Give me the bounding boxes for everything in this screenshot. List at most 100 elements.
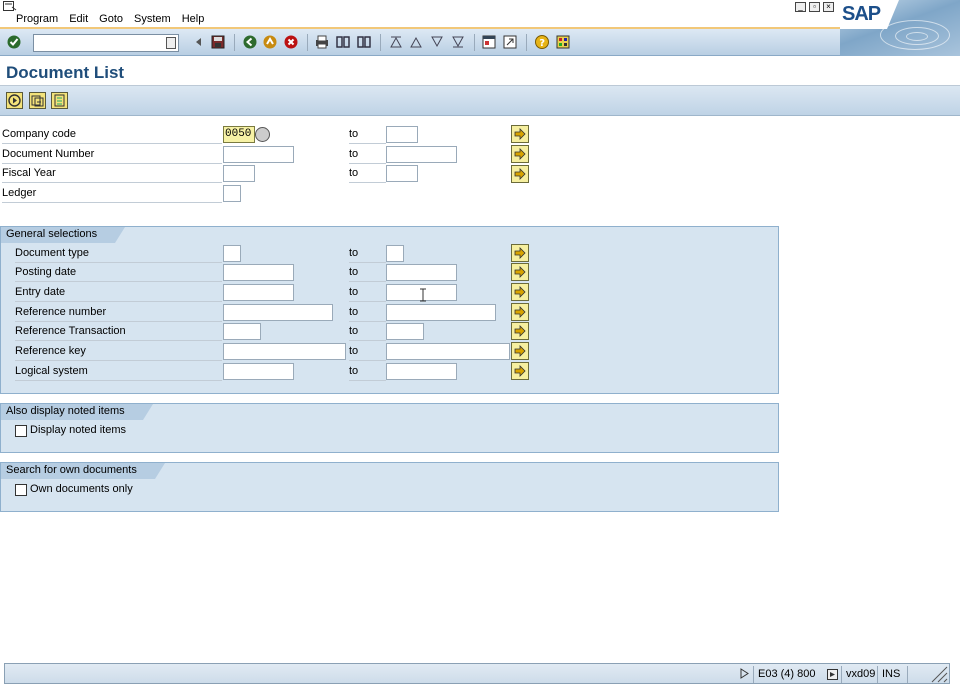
menu-help[interactable]: Help (182, 13, 205, 25)
input-mode[interactable]: INS (877, 666, 907, 683)
document-number-to-input[interactable] (386, 146, 457, 163)
system-info-dropdown-icon[interactable] (827, 669, 838, 680)
logical-system-multiple-selection-button[interactable] (511, 362, 529, 380)
reference-transaction-to-input[interactable] (386, 323, 424, 340)
reference-transaction-multiple-selection-button[interactable] (511, 322, 529, 340)
own-documents-only-label: Own documents only (30, 483, 133, 495)
reference-key-from-input[interactable] (223, 343, 346, 360)
reference-number-to-label: to (349, 305, 386, 322)
standard-toolbar: ? (0, 29, 840, 56)
document-number-multiple-selection-button[interactable] (511, 145, 529, 163)
sap-logo: SAP (840, 0, 960, 56)
execute-button[interactable] (6, 92, 23, 109)
ledger-label: Ledger (2, 186, 222, 203)
reference-transaction-from-input[interactable] (223, 323, 261, 340)
menu-edit[interactable]: Edit (69, 13, 88, 25)
reference-transaction-label: Reference Transaction (15, 324, 222, 341)
posting-date-to-input[interactable] (386, 264, 457, 281)
arrow-right-icon (514, 148, 526, 160)
display-noted-items-label: Display noted items (30, 424, 126, 436)
find-icon[interactable] (336, 35, 350, 49)
new-session-icon[interactable] (482, 35, 496, 49)
document-type-to-label: to (349, 246, 386, 263)
arrow-right-icon (514, 266, 526, 278)
own-documents-title: Search for own documents (1, 463, 165, 479)
selection-options-button[interactable] (51, 92, 68, 109)
exit-icon[interactable] (263, 35, 277, 49)
shortcut-icon[interactable] (503, 35, 517, 49)
company-code-from-input[interactable]: 0050 (223, 126, 255, 143)
help-icon[interactable]: ? (535, 35, 549, 49)
back-small-icon[interactable] (192, 35, 206, 49)
posting-date-to-label: to (349, 265, 386, 282)
reference-number-multiple-selection-button[interactable] (511, 303, 529, 321)
logical-system-to-input[interactable] (386, 363, 457, 380)
reference-number-to-input[interactable] (386, 304, 496, 321)
status-bar: E03 (4) 800 vxd09 INS (0, 661, 960, 689)
entry-date-label: Entry date (15, 285, 222, 302)
reference-number-from-input[interactable] (223, 304, 333, 321)
document-type-to-input[interactable] (386, 245, 404, 262)
arrow-right-icon (514, 365, 526, 377)
arrow-right-icon (514, 306, 526, 318)
reference-key-multiple-selection-button[interactable] (511, 342, 529, 360)
document-number-from-input[interactable] (223, 146, 294, 163)
command-field[interactable] (33, 34, 179, 52)
company-code-multiple-selection-button[interactable] (511, 125, 529, 143)
previous-page-icon[interactable] (409, 35, 423, 49)
status-expand-icon[interactable] (740, 668, 749, 679)
reference-key-to-input[interactable] (386, 343, 510, 360)
customize-layout-icon[interactable] (556, 35, 570, 49)
execute-icon (8, 94, 21, 107)
logical-system-to-label: to (349, 364, 386, 381)
status-bar-frame: E03 (4) 800 vxd09 INS (4, 663, 950, 684)
menu-goto[interactable]: Goto (99, 13, 123, 25)
reference-number-label: Reference number (15, 305, 222, 322)
company-code-matchcode-icon[interactable] (255, 127, 270, 142)
arrow-right-icon (514, 247, 526, 259)
posting-date-multiple-selection-button[interactable] (511, 263, 529, 281)
svg-text:?: ? (539, 38, 545, 49)
application-toolbar (0, 86, 960, 116)
display-noted-items-checkbox[interactable] (15, 425, 27, 437)
company-code-to-input[interactable] (386, 126, 418, 143)
posting-date-label: Posting date (15, 265, 222, 282)
first-page-icon[interactable] (389, 35, 403, 49)
enter-icon[interactable] (7, 35, 21, 49)
minimize-button[interactable]: _ (795, 2, 806, 12)
resize-grip-icon[interactable] (930, 666, 948, 683)
last-page-icon[interactable] (451, 35, 465, 49)
selection-options-icon (54, 94, 65, 107)
app-menu-icon[interactable] (3, 1, 17, 12)
document-number-to-label: to (349, 147, 386, 164)
ledger-input[interactable] (223, 185, 241, 202)
entry-date-multiple-selection-button[interactable] (511, 283, 529, 301)
print-icon[interactable] (315, 35, 329, 49)
save-icon[interactable] (211, 35, 225, 49)
document-type-from-input[interactable] (223, 245, 241, 262)
fiscal-year-to-label: to (349, 166, 386, 183)
logical-system-from-input[interactable] (223, 363, 294, 380)
company-code-to-label: to (349, 127, 386, 144)
document-type-multiple-selection-button[interactable] (511, 244, 529, 262)
page-title: Document List (6, 63, 125, 82)
get-variant-button[interactable] (29, 92, 46, 109)
posting-date-from-input[interactable] (223, 264, 294, 281)
find-next-icon[interactable] (357, 35, 371, 49)
menu-program[interactable]: Program (16, 13, 58, 25)
entry-date-from-input[interactable] (223, 284, 294, 301)
own-documents-only-checkbox[interactable] (15, 484, 27, 496)
fiscal-year-multiple-selection-button[interactable] (511, 165, 529, 183)
menu-system[interactable]: System (134, 13, 171, 25)
maximize-button[interactable]: ▫ (809, 2, 820, 12)
fiscal-year-from-input[interactable] (223, 165, 255, 182)
reference-key-label: Reference key (15, 344, 222, 361)
status-resize-grip (907, 666, 949, 683)
cancel-icon[interactable] (284, 35, 298, 49)
system-info[interactable]: E03 (4) 800 (753, 666, 841, 683)
command-dropdown-icon[interactable] (166, 37, 176, 49)
close-window-button[interactable]: × (823, 2, 834, 12)
back-icon[interactable] (243, 35, 257, 49)
next-page-icon[interactable] (430, 35, 444, 49)
fiscal-year-to-input[interactable] (386, 165, 418, 182)
